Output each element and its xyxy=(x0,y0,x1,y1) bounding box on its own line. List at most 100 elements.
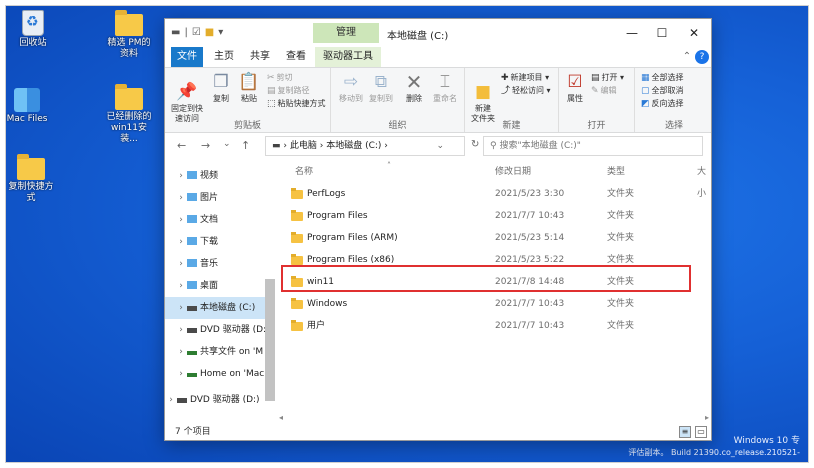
open-button[interactable]: ▤ 打开 ▾ xyxy=(591,72,624,84)
select-none-button[interactable]: ▢ 全部取消 xyxy=(641,85,684,97)
copy-to-button[interactable]: ⧉ 复制到 xyxy=(367,72,395,104)
properties-button[interactable]: ☑ 属性 xyxy=(563,72,587,104)
chevron-right-icon[interactable]: › xyxy=(175,341,187,363)
scroll-right-icon[interactable]: ▸ xyxy=(705,413,709,422)
pin-quick-access-button[interactable]: 📌 固定到快 速访问 xyxy=(169,72,205,124)
music-icon xyxy=(187,259,197,267)
chevron-right-icon[interactable]: › xyxy=(165,389,177,411)
context-tab-manage[interactable]: 管理 xyxy=(313,23,379,43)
chevron-right-icon[interactable]: › xyxy=(175,275,187,297)
paste-button[interactable]: 📋 粘贴 xyxy=(237,72,261,104)
breadcrumb-this-pc[interactable]: 此电脑 xyxy=(290,141,317,151)
open-label: 打开 xyxy=(601,73,618,82)
scroll-left-icon[interactable]: ◂ xyxy=(279,413,283,422)
copy-path-button[interactable]: ▤ 复制路径 xyxy=(267,85,310,97)
edit-button[interactable]: ✎ 编辑 xyxy=(591,85,617,97)
paste-icon: 📋 xyxy=(238,72,260,92)
column-header-type[interactable]: 类型 xyxy=(607,161,625,183)
details-view-icon[interactable]: ≡ xyxy=(679,426,691,438)
desktop-icon-mac-files[interactable]: Mac Files xyxy=(6,88,52,125)
checkbox-icon[interactable]: ☑ xyxy=(192,27,201,38)
minimize-button[interactable]: — xyxy=(617,23,647,43)
delete-button[interactable]: ✕ 删除 xyxy=(401,72,427,104)
qat-dropdown-icon[interactable]: ▾ xyxy=(218,27,223,38)
easy-access-button[interactable]: ⤴ 轻松访问 ▾ xyxy=(501,85,551,97)
table-row[interactable]: Program Files 2021/7/7 10:43 文件夹 xyxy=(277,205,711,227)
nav-scrollbar-thumb[interactable] xyxy=(265,279,275,401)
select-all-button[interactable]: ▦ 全部选择 xyxy=(641,72,684,84)
folder-icon xyxy=(291,232,303,243)
desktop-icon-shortcut[interactable]: 复制快捷方式 xyxy=(6,154,56,204)
recent-locations-button[interactable]: ⌄ xyxy=(223,139,231,149)
search-input[interactable]: ⚲ 搜索"本地磁盘 (C:)" xyxy=(483,136,703,156)
help-icon[interactable]: ? xyxy=(695,50,709,64)
column-header-name[interactable]: 名称 xyxy=(295,161,313,183)
nav-item-documents[interactable]: › 文档 xyxy=(165,209,269,231)
tab-home[interactable]: 主页 xyxy=(209,47,239,67)
address-input[interactable]: ▬ › 此电脑 › 本地磁盘 (C:) › ⌄ xyxy=(265,136,465,156)
refresh-button[interactable]: ↻ xyxy=(471,139,479,150)
network-drive-icon xyxy=(187,351,197,355)
chevron-right-icon[interactable]: › xyxy=(175,165,187,187)
tab-drive-tools[interactable]: 驱动器工具 xyxy=(315,47,381,67)
chevron-right-icon[interactable]: › xyxy=(175,187,187,209)
nav-item-music[interactable]: › 音乐 xyxy=(165,253,269,275)
cut-button[interactable]: ✂ 剪切 xyxy=(267,72,293,84)
desktop-icon-win11-folder[interactable]: 已经删除的 win11安装... xyxy=(104,84,154,145)
new-folder-button[interactable]: ■ 新建 文件夹 xyxy=(469,72,497,124)
nav-item-pictures[interactable]: › 图片 xyxy=(165,187,269,209)
folder-icon xyxy=(291,188,303,199)
nav-item-dvd-drive-2[interactable]: › DVD 驱动器 (D:) xyxy=(165,389,269,411)
tab-file[interactable]: 文件 xyxy=(171,47,203,67)
folder-icon xyxy=(291,210,303,221)
tab-share[interactable]: 共享 xyxy=(245,47,275,67)
chevron-right-icon[interactable]: › xyxy=(175,209,187,231)
nav-item-shared-files[interactable]: › 共享文件 on 'M xyxy=(165,341,269,363)
chevron-right-icon[interactable]: › xyxy=(175,319,187,341)
desktop-icon-recycle-bin[interactable]: 回收站 xyxy=(8,10,58,49)
easy-access-label: 轻松访问 xyxy=(512,86,545,95)
folder-small-icon[interactable]: ■ xyxy=(205,27,214,38)
horizontal-scrollbar[interactable]: ◂ ▸ xyxy=(277,413,711,423)
maximize-button[interactable]: ☐ xyxy=(647,23,677,43)
nav-item-dvd-drive[interactable]: › DVD 驱动器 (D: xyxy=(165,319,269,341)
nav-item-home-mac[interactable]: › Home on 'Mac xyxy=(165,363,269,385)
table-row[interactable]: Program Files (ARM) 2021/5/23 5:14 文件夹 xyxy=(277,227,711,249)
new-item-button[interactable]: ✚ 新建项目 ▾ xyxy=(501,72,549,84)
paste-shortcut-button[interactable]: ⬚ 粘贴快捷方式 xyxy=(267,98,326,110)
nav-item-desktop[interactable]: › 桌面 xyxy=(165,275,269,297)
forward-button[interactable]: → xyxy=(201,139,210,152)
title-bar: ▬ | ☑ ■ ▾ 管理 本地磁盘 (C:) — ☐ ✕ xyxy=(165,19,711,49)
chevron-right-icon[interactable]: › xyxy=(175,231,187,253)
sort-arrow-icon: ˄ xyxy=(387,161,391,170)
nav-item-videos[interactable]: › 视频 xyxy=(165,165,269,187)
nav-item-downloads[interactable]: › 下载 xyxy=(165,231,269,253)
breadcrumb-local-disk[interactable]: 本地磁盘 (C:) xyxy=(326,141,381,151)
column-header-date[interactable]: 修改日期 xyxy=(495,161,531,183)
tab-view[interactable]: 查看 xyxy=(281,47,311,67)
rename-button[interactable]: ⌶ 重命名 xyxy=(429,72,461,104)
pictures-icon xyxy=(187,193,197,201)
chevron-right-icon[interactable]: › xyxy=(175,297,187,319)
invert-selection-button[interactable]: ◩ 反向选择 xyxy=(641,98,684,110)
column-header-size[interactable]: 大小 xyxy=(697,161,711,199)
chevron-right-icon[interactable]: › xyxy=(175,363,187,385)
address-dropdown-icon[interactable]: ⌄ xyxy=(436,137,444,155)
close-button[interactable]: ✕ xyxy=(679,23,709,43)
large-icons-view-icon[interactable]: ▭ xyxy=(695,426,707,438)
table-row[interactable]: PerfLogs 2021/5/23 3:30 文件夹 xyxy=(277,183,711,205)
table-row[interactable]: Windows 2021/7/7 10:43 文件夹 xyxy=(277,293,711,315)
up-button[interactable]: ↑ xyxy=(241,139,250,152)
table-row[interactable]: 用户 2021/7/7 10:43 文件夹 xyxy=(277,315,711,337)
chevron-right-icon[interactable]: › xyxy=(175,253,187,275)
delete-icon: ✕ xyxy=(405,70,423,94)
back-button[interactable]: ← xyxy=(177,139,186,152)
nav-item-local-disk-c[interactable]: › 本地磁盘 (C:) xyxy=(165,297,269,319)
desktop-icon-pm-folder[interactable]: 精选 PM的 资料 xyxy=(104,10,154,60)
move-to-button[interactable]: ⇨ 移动到 xyxy=(337,72,365,104)
ribbon-group-new: ■ 新建 文件夹 ✚ 新建项目 ▾ ⤴ 轻松访问 ▾ 新建 xyxy=(465,68,559,132)
group-label-clipboard: 剪贴板 xyxy=(233,121,261,131)
search-placeholder: 搜索"本地磁盘 (C:)" xyxy=(499,141,581,151)
collapse-ribbon-icon[interactable]: ⌃ xyxy=(681,47,693,67)
copy-button[interactable]: ❐ 复制 xyxy=(209,72,233,104)
